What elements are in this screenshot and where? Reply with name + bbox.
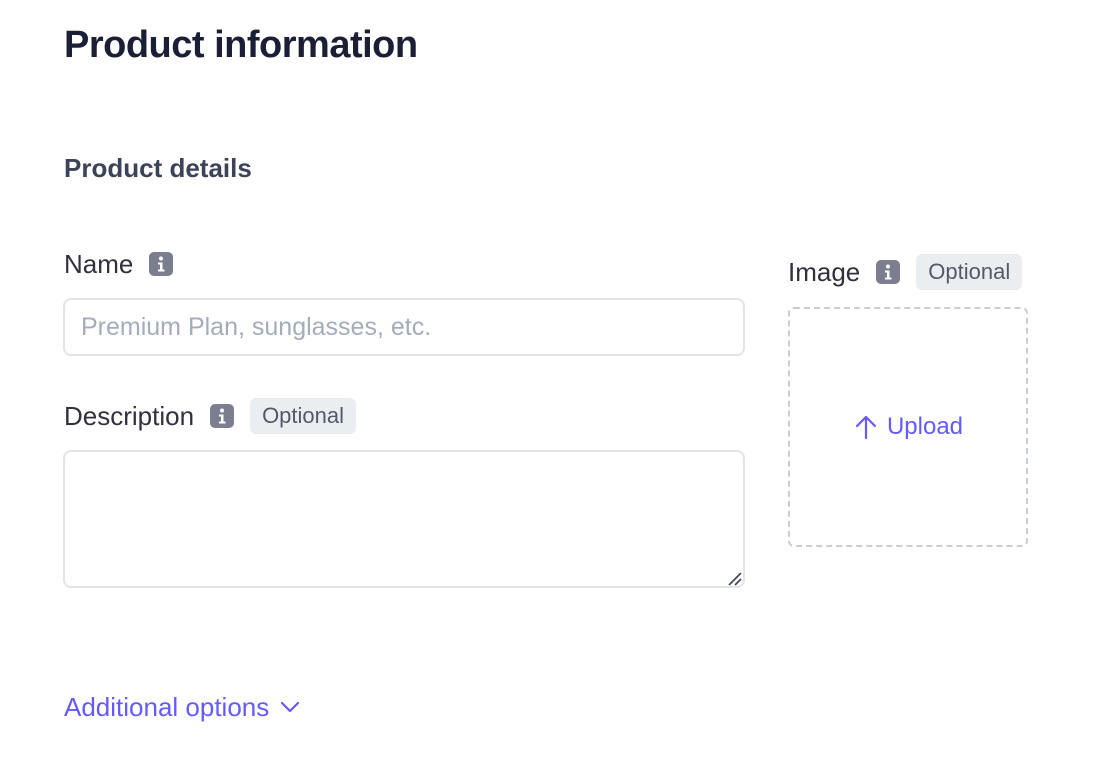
resize-handle-icon[interactable] <box>726 570 742 586</box>
additional-options-toggle[interactable]: Additional options <box>64 690 301 724</box>
upload-button[interactable]: Upload <box>853 413 963 441</box>
info-icon-glyph <box>885 264 892 280</box>
name-label: Name <box>64 249 134 279</box>
upload-label: Upload <box>886 413 964 440</box>
page-title: Product information <box>64 24 418 66</box>
arrow-up-icon <box>855 415 877 440</box>
description-label: Description <box>64 401 195 431</box>
info-icon-glyph <box>158 256 165 272</box>
additional-options-label: Additional options <box>64 692 270 722</box>
chevron-down-icon <box>281 701 300 713</box>
image-label-row: Image Optional <box>788 254 1023 290</box>
section-title: Product details <box>64 153 252 183</box>
description-label-row: Description Optional <box>64 398 357 434</box>
name-input[interactable] <box>63 298 745 356</box>
info-icon[interactable] <box>149 252 174 276</box>
image-upload-dropzone[interactable]: Upload <box>788 307 1028 547</box>
optional-badge: Optional <box>250 398 357 434</box>
description-textarea[interactable] <box>63 450 745 588</box>
name-label-row: Name <box>64 247 174 281</box>
info-icon-glyph <box>219 408 226 424</box>
info-icon[interactable] <box>210 404 235 428</box>
optional-badge: Optional <box>916 254 1023 290</box>
info-icon[interactable] <box>876 260 901 284</box>
image-label: Image <box>788 257 861 287</box>
product-information-form: Product information Product details Name… <box>0 0 1102 758</box>
